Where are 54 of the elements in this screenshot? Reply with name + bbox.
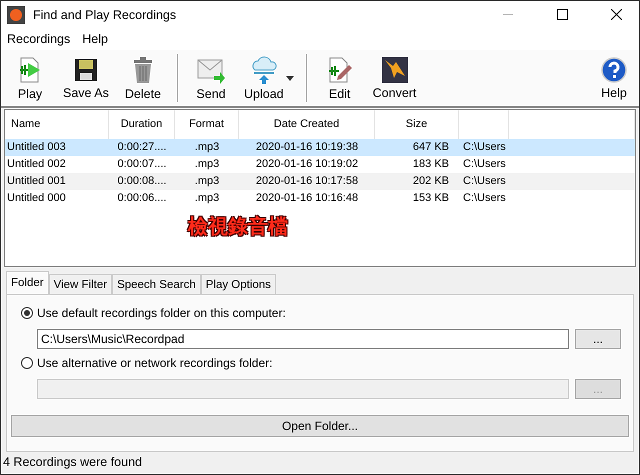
toolbar-button[interactable]: Delete	[116, 50, 170, 106]
toolbar-button[interactable]: Upload	[236, 50, 292, 106]
table-cell-text: 2020-01-16 10:19:38	[254, 140, 360, 155]
table-row[interactable]: Untitled 001 0:00:08.... .mp3 2020-01-16 10:17:58 202 KB C:\Users	[5, 173, 635, 190]
table-row[interactable]: Untitled 000 0:00:06.... .mp3 2020-01-16 10:16:48 153 KB C:\Users	[5, 190, 635, 207]
tab[interactable]: Speech Search	[112, 274, 201, 294]
table-cell-text: 2020-01-16 10:17:58	[254, 174, 360, 189]
table-cell-text: Untitled 001	[6, 174, 67, 189]
dropdown-caret-icon[interactable]	[286, 74, 294, 82]
menu-item[interactable]: Help	[82, 32, 108, 46]
table-cell-text: C:\Users	[462, 157, 507, 172]
table-cell-text: .mp3	[194, 174, 220, 189]
toolbar-button[interactable]: Play	[5, 50, 55, 106]
toolbar-button[interactable]: Help	[589, 50, 639, 106]
tab[interactable]: Play Options	[200, 274, 276, 294]
table-row[interactable]: Untitled 003 0:00:27.... .mp3 2020-01-16 10:19:38 647 KB C:\Users	[5, 139, 635, 156]
table-cell-text: 0:00:06....	[116, 191, 168, 206]
table-cell-text: C:\Users	[462, 191, 507, 206]
table-cell-text: .mp3	[194, 191, 220, 206]
window-title: Find and Play Recordings	[33, 8, 178, 22]
toolbar-button[interactable]: Send	[186, 50, 236, 106]
table-row[interactable]: Untitled 002 0:00:07.... .mp3 2020-01-16 10:19:02 183 KB C:\Users	[5, 156, 635, 173]
table-cell-text: C:\Users	[462, 174, 507, 189]
table-cell-text: 0:00:27....	[116, 140, 168, 155]
toolbar-button[interactable]: Edit	[314, 50, 365, 106]
table-cell-text: .mp3	[194, 140, 220, 155]
radio-button[interactable]	[21, 307, 33, 319]
table-cell-text: Untitled 000	[6, 191, 67, 206]
toolbar-button[interactable]: Convert	[364, 50, 424, 106]
table-cell-text: Untitled 002	[6, 157, 67, 172]
status-text: 4 Recordings were found	[2, 454, 143, 470]
app-icon	[7, 6, 25, 24]
table-cell-text: C:\Users	[462, 140, 507, 155]
table-cell-text: 0:00:07....	[116, 157, 168, 172]
open-folder-button[interactable]: Open Folder...	[11, 415, 629, 437]
tab[interactable]: Folder	[6, 271, 49, 294]
table-cell-text: 183 KB	[412, 157, 450, 172]
table-cell-text: 647 KB	[412, 140, 450, 155]
tab[interactable]: View Filter	[48, 274, 112, 294]
annotation-text: 檢視錄音檔	[188, 213, 288, 240]
table-cell-text: 2020-01-16 10:16:48	[254, 191, 360, 206]
table-cell-text: Untitled 003	[6, 140, 67, 155]
table-cell-text: 2020-01-16 10:19:02	[254, 157, 360, 172]
table-cell-text: 0:00:08....	[116, 174, 168, 189]
folder-path-field[interactable]: C:\Users\Music\Recordpad	[37, 329, 569, 349]
browse-button[interactable]: ...	[575, 329, 621, 349]
table-cell-text: 202 KB	[412, 174, 450, 189]
table-cell-text: 153 KB	[412, 191, 450, 206]
toolbar-button[interactable]: Save As	[55, 50, 117, 106]
help-icon	[601, 56, 627, 82]
lightning-icon	[382, 56, 408, 82]
menu-item[interactable]: Recordings	[7, 32, 70, 46]
table-cell-text: .mp3	[194, 157, 220, 172]
radio-option[interactable]: Use default recordings folder on this computer:	[21, 303, 286, 323]
